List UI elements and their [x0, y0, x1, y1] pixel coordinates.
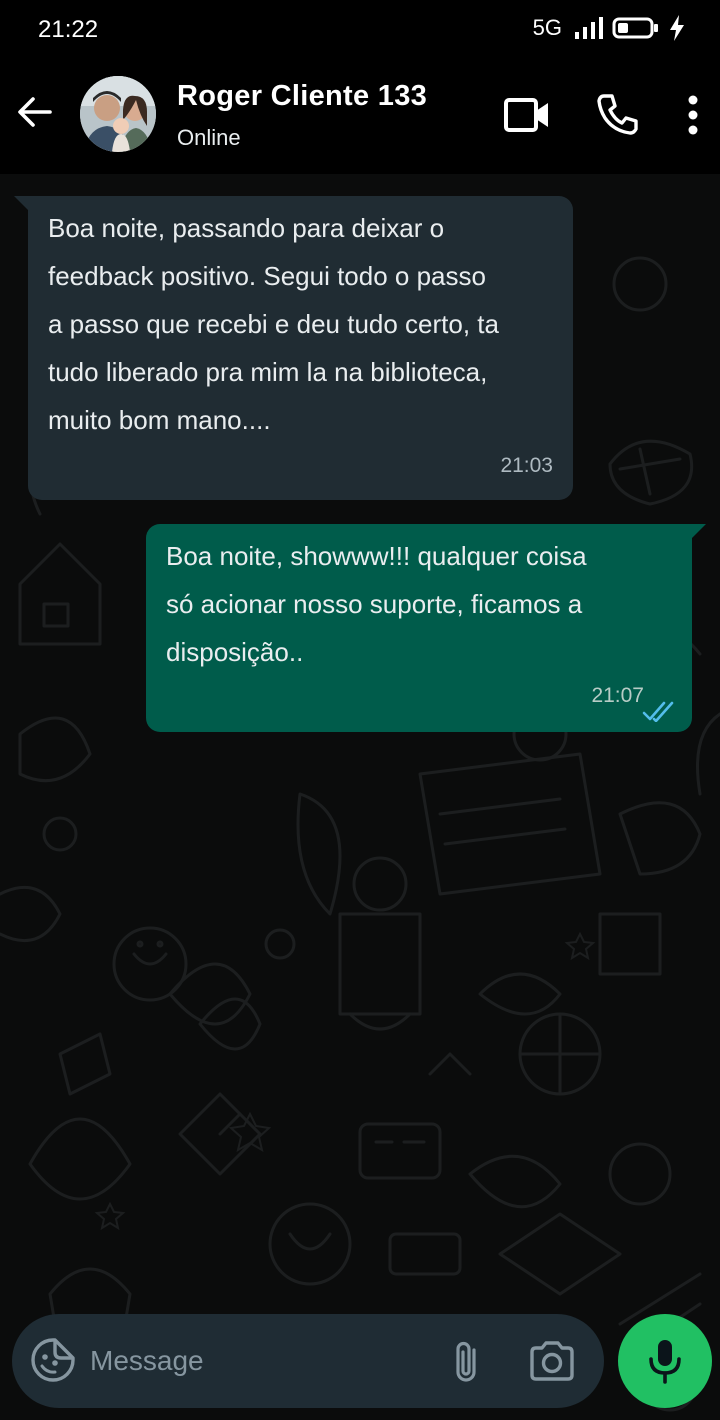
- chat-header: Roger Cliente 133 Online: [0, 62, 720, 174]
- incoming-message-bubble[interactable]: Boa noite, passando para deixar o feedba…: [14, 196, 573, 500]
- voice-call-button[interactable]: [594, 90, 642, 138]
- contact-avatar[interactable]: [80, 76, 156, 152]
- back-button[interactable]: [14, 92, 54, 132]
- bubble-tail: [690, 524, 706, 540]
- emoji-button[interactable]: [30, 1337, 76, 1383]
- camera-icon: [530, 1341, 574, 1381]
- message-text: Boa noite, showww!!! qualquer coisa só a…: [166, 541, 587, 667]
- paperclip-icon: [456, 1341, 476, 1382]
- contact-name[interactable]: Roger Cliente 133: [177, 80, 427, 113]
- status-icons: 5G: [533, 14, 686, 42]
- attach-button[interactable]: [448, 1340, 484, 1384]
- message-time: 21:07: [591, 684, 644, 707]
- video-call-button[interactable]: [500, 92, 554, 138]
- contact-status: Online: [177, 125, 241, 150]
- phone-icon: [597, 94, 638, 135]
- voice-message-button[interactable]: [618, 1314, 712, 1408]
- more-options-button[interactable]: [678, 92, 708, 138]
- chat-area[interactable]: Boa noite, passando para deixar o feedba…: [0, 174, 720, 1420]
- status-time: 21:22: [38, 16, 99, 43]
- chat-screen: 21:22 5G Roger Cliente 133 Online Boa no…: [0, 0, 720, 1420]
- charging-bolt-icon: [670, 15, 684, 41]
- emoji-sticker-icon: [31, 1338, 75, 1382]
- message-time: 21:03: [500, 454, 553, 477]
- signal-icon: [575, 17, 603, 39]
- message-input[interactable]: [90, 1338, 430, 1384]
- double-check-read-icon: [642, 701, 674, 722]
- avatar-photo: [80, 76, 156, 152]
- message-composer: [12, 1314, 604, 1408]
- message-text: Boa noite, passando para deixar o feedba…: [48, 213, 499, 435]
- camera-button[interactable]: [528, 1340, 576, 1382]
- back-arrow-icon: [18, 97, 52, 127]
- battery-icon: [612, 17, 658, 39]
- outgoing-message-bubble[interactable]: Boa noite, showww!!! qualquer coisa só a…: [146, 524, 706, 732]
- bubble-tail: [14, 196, 30, 212]
- microphone-icon: [649, 1340, 681, 1384]
- more-options-icon: [688, 95, 698, 135]
- status-bar: 21:22 5G: [0, 0, 720, 62]
- video-call-icon: [504, 98, 548, 132]
- network-type: 5G: [532, 15, 562, 40]
